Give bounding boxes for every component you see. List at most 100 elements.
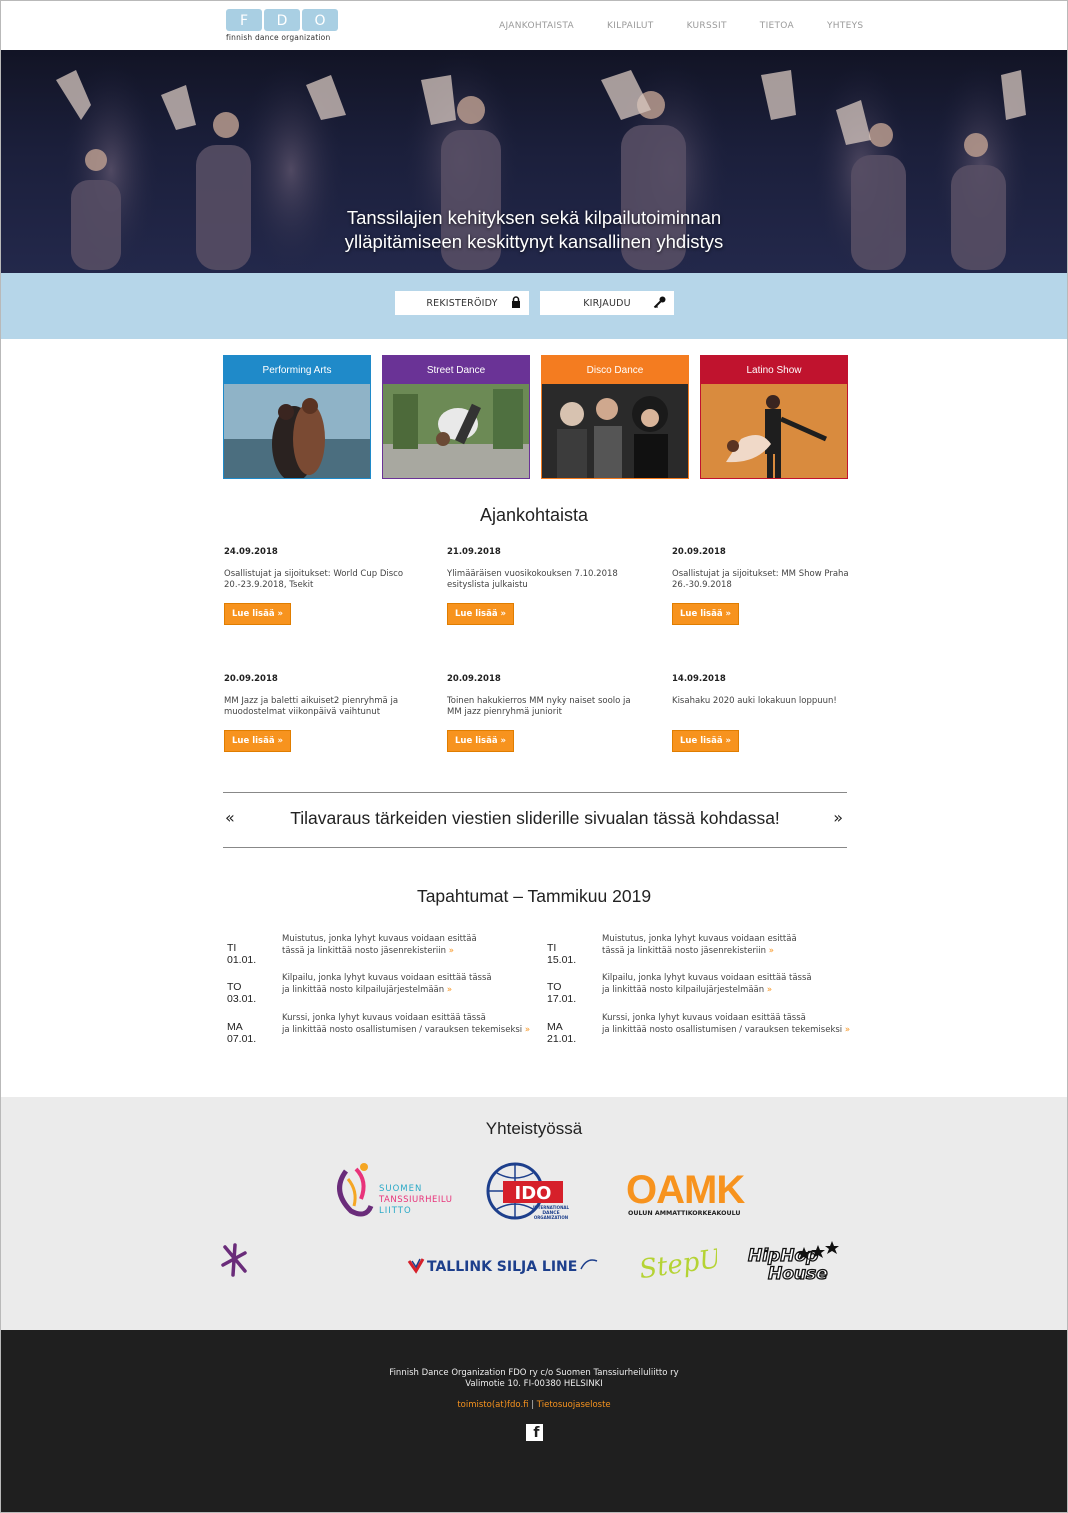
footer-address-line2: Valimotie 10. FI-00380 HELSINKI — [465, 1379, 603, 1389]
oamk-logo: OAMK OULUN AMMATTIKORKEAKOULU — [626, 1168, 746, 1217]
partner-stepup[interactable]: StepUp — [637, 1241, 739, 1291]
auth-band: REKISTERÖIDY KIRJAUDU — [1, 273, 1067, 339]
partners-heading: Yhteistyössä — [485, 1119, 583, 1138]
login-label: KIRJAUDU — [583, 297, 631, 309]
read-more-button[interactable]: Lue lisää » — [224, 603, 291, 625]
news-item: 21.09.2018 Ylimääräisen vuosikokouksen 7… — [447, 547, 637, 625]
category-street-dance[interactable]: Street Dance — [382, 355, 530, 479]
footer-email-link[interactable]: toimisto(at)fdo.fi — [457, 1400, 528, 1410]
event-date: MA 21.01. — [547, 1021, 577, 1045]
register-label: REKISTERÖIDY — [426, 297, 498, 309]
news-date: 21.09.2018 — [447, 547, 501, 557]
event-line: ja linkittää nosto kilpailujärjestelmään — [602, 985, 765, 995]
stepup-text: StepUp — [637, 1242, 717, 1286]
event-more-link[interactable]: » — [525, 1025, 530, 1035]
news-item: 20.09.2018 MM Jazz ja baletti aikuiset2 … — [224, 674, 414, 752]
nav-item-kilpailut[interactable]: KILPAILUT — [607, 21, 654, 31]
footer-privacy-link[interactable]: Tietosuojaseloste — [537, 1400, 611, 1410]
news-text: Osallistujat ja sijoitukset: World Cup D… — [224, 569, 404, 590]
event-line: tässä ja linkittää nosto jäsenrekisterii… — [282, 946, 447, 956]
logo-boxes: F D O — [226, 9, 338, 31]
event-line: ja linkittää nosto kilpailujärjestelmään — [282, 985, 445, 995]
tallink-logo: TALLINK SILJA LINE — [407, 1258, 598, 1275]
partner-oamk[interactable]: OAMK OULUN AMMATTIKORKEAKOULU — [626, 1168, 746, 1223]
event-more-link[interactable]: » — [769, 946, 774, 956]
slider-next-arrow[interactable]: » — [833, 808, 843, 827]
oamk-text: OAMK — [626, 1169, 745, 1212]
event-line: Kilpailu, jonka lyhyt kuvaus voidaan esi… — [602, 973, 812, 983]
category-title: Latino Show — [701, 356, 847, 384]
register-button[interactable]: REKISTERÖIDY — [395, 291, 529, 315]
logo-letter-box: D — [264, 9, 300, 31]
stl-line1: SUOMEN — [379, 1184, 422, 1194]
street-dance-photo — [383, 384, 529, 478]
stepup-logo: StepUp — [637, 1242, 739, 1286]
logo-letter-box: O — [302, 9, 338, 31]
news-item: 20.09.2018 Toinen hakukierros MM nyky na… — [447, 674, 637, 752]
event-line: ja linkittää nosto osallistumisen / vara… — [282, 1025, 523, 1035]
footer-address-line1: Finnish Dance Organization FDO ry c/o Su… — [389, 1368, 679, 1378]
news-item: 20.09.2018 Osallistujat ja sijoitukset: … — [672, 547, 862, 625]
latino-show-photo — [701, 384, 847, 478]
partner-hiphop-house[interactable]: HipHop House — [746, 1235, 846, 1291]
hiphop-line1: HipHop — [748, 1246, 818, 1266]
event-description: Muistutus, jonka lyhyt kuvaus voidaan es… — [602, 933, 852, 957]
news-date: 20.09.2018 — [224, 674, 278, 684]
event-date: TI 15.01. — [547, 942, 577, 966]
read-more-button[interactable]: Lue lisää » — [672, 730, 739, 752]
partner-tallink-silja-line[interactable]: TALLINK SILJA LINE — [407, 1255, 599, 1279]
hero-banner: Tanssilajien kehityksen sekä kilpailutoi… — [1, 50, 1067, 273]
nav-item-ajankohtaista[interactable]: AJANKOHTAISTA — [499, 21, 574, 31]
dance-categories: Performing Arts Street Dance Disco Dance… — [223, 355, 848, 479]
partner-ido[interactable]: IDO INTERNATIONAL DANCE ORGANIZATION — [485, 1161, 571, 1225]
vantaan-logo — [221, 1243, 247, 1277]
stl-line2: TANSSIURHEILU — [378, 1195, 452, 1205]
news-heading: Ajankohtaista — [479, 505, 589, 525]
hiphop-line2: House — [768, 1264, 828, 1284]
disco-dance-photo — [542, 384, 688, 478]
slider-message: Tilavaraus tärkeiden viestien sliderille… — [290, 808, 780, 828]
hero-tagline-line2: ylläpitämiseen keskittynyt kansallinen y… — [344, 231, 724, 252]
tallink-text: TALLINK SILJA LINE — [427, 1259, 577, 1275]
ido-sub1: INTERNATIONAL — [533, 1205, 570, 1210]
event-more-link[interactable]: » — [449, 946, 454, 956]
fdo-logo[interactable]: F D O finnish dance organization — [226, 9, 338, 43]
nav-item-yhteys[interactable]: YHTEYS — [827, 21, 863, 31]
read-more-button[interactable]: Lue lisää » — [447, 730, 514, 752]
category-title: Performing Arts — [224, 356, 370, 384]
nav-item-kurssit[interactable]: KURSSIT — [687, 21, 727, 31]
event-description: Kilpailu, jonka lyhyt kuvaus voidaan esi… — [282, 972, 532, 996]
news-date: 20.09.2018 — [447, 674, 501, 684]
partner-vantaan-katutanssiyhdistys[interactable] — [221, 1243, 366, 1281]
event-line: Kilpailu, jonka lyhyt kuvaus voidaan esi… — [282, 973, 492, 983]
category-title: Street Dance — [383, 356, 529, 384]
event-more-link[interactable]: » — [447, 985, 452, 995]
read-more-button[interactable]: Lue lisää » — [224, 730, 291, 752]
event-date: TI 01.01. — [227, 942, 257, 966]
login-button[interactable]: KIRJAUDU — [540, 291, 674, 315]
event-description: Kurssi, jonka lyhyt kuvaus voidaan esitt… — [282, 1012, 532, 1036]
read-more-button[interactable]: Lue lisää » — [672, 603, 739, 625]
facebook-icon[interactable]: f — [525, 1424, 543, 1441]
news-text: Kisahaku 2020 auki lokakuun loppuun! — [672, 696, 837, 706]
category-title: Disco Dance — [542, 356, 688, 384]
event-more-link[interactable]: » — [845, 1025, 850, 1035]
message-slider: « Tilavaraus tärkeiden viestien slideril… — [223, 792, 847, 848]
event-more-link[interactable]: » — [767, 985, 772, 995]
news-date: 24.09.2018 — [224, 547, 278, 557]
category-disco-dance[interactable]: Disco Dance — [541, 355, 689, 479]
nav-item-tietoa[interactable]: TIETOA — [760, 21, 794, 31]
partners-section: Yhteistyössä SUOMEN TANSSIURHEILU LIITTO… — [1, 1097, 1067, 1330]
read-more-button[interactable]: Lue lisää » — [447, 603, 514, 625]
event-line: tässä ja linkittää nosto jäsenrekisterii… — [602, 946, 767, 956]
news-text: Osallistujat ja sijoitukset: MM Show Pra… — [672, 569, 849, 590]
event-description: Muistutus, jonka lyhyt kuvaus voidaan es… — [282, 933, 532, 957]
oamk-sub: OULUN AMMATTIKORKEAKOULU — [628, 1210, 741, 1217]
category-performing-arts[interactable]: Performing Arts — [223, 355, 371, 479]
partner-suomen-tanssiurheiluliitto[interactable]: SUOMEN TANSSIURHEILU LIITTO — [326, 1161, 466, 1225]
hero-tagline-line1: Tanssilajien kehityksen sekä kilpailutoi… — [346, 207, 722, 228]
event-date: MA 07.01. — [227, 1021, 257, 1045]
event-description: Kurssi, jonka lyhyt kuvaus voidaan esitt… — [602, 1012, 852, 1036]
category-latino-show[interactable]: Latino Show — [700, 355, 848, 479]
logo-letter-box: F — [226, 9, 262, 31]
